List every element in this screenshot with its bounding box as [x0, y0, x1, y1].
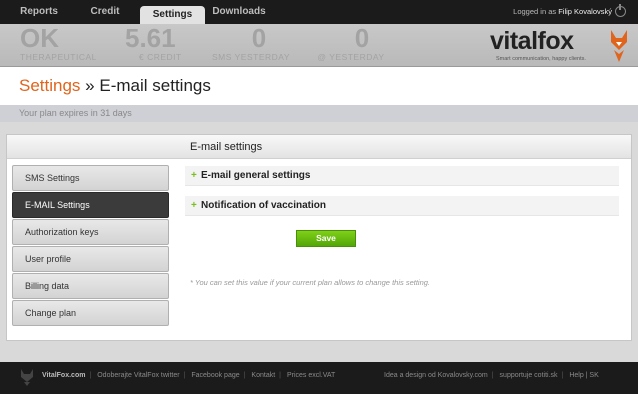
section-label: E-mail general settings — [201, 170, 311, 181]
login-prefix: Logged in as — [513, 7, 557, 16]
footer-link-facebook[interactable]: Facebook page — [191, 372, 239, 379]
menu-item-email-settings[interactable]: E-MAIL Settings — [12, 192, 169, 218]
panel-title: E-mail settings — [190, 141, 263, 153]
stat-credit-value: 5.61 — [125, 23, 176, 53]
stat-sms-yesterday: 0 SMS YESTERDAY — [211, 24, 291, 63]
vitalfox-logo[interactable]: vitalfox Smart communication, happy clie… — [490, 27, 630, 65]
footer-links-right: Idea a design od Kovalovsky.com | support… — [384, 372, 599, 379]
footer: VitalFox.com | Odoberajte VitalFox twitte… — [0, 362, 638, 394]
footer-link-vitalfox[interactable]: VitalFox.com — [42, 372, 85, 379]
brand-tagline: Smart communication, happy clients. — [496, 56, 586, 62]
menu-item-change-plan[interactable]: Change plan — [12, 300, 169, 326]
expand-icon: + — [191, 200, 197, 211]
user-name[interactable]: Filip Kovalovský — [558, 7, 612, 16]
plan-notice: Your plan expires in 31 days — [19, 108, 132, 118]
panel-header: E-mail settings — [7, 135, 631, 159]
expand-icon: + — [191, 170, 197, 181]
menu-item-authorization-keys[interactable]: Authorization keys — [12, 219, 169, 245]
stat-sms-label: SMS YESTERDAY — [212, 52, 290, 62]
footer-credit-design[interactable]: Idea a design od Kovalovsky.com — [384, 372, 488, 379]
footer-link-contact[interactable]: Kontakt — [251, 372, 275, 379]
menu-item-sms-settings[interactable]: SMS Settings — [12, 165, 169, 191]
power-icon[interactable] — [615, 4, 626, 17]
section-notification-of-vaccination[interactable]: + Notification of vaccination — [185, 196, 619, 216]
stat-status-value: OK — [20, 23, 59, 53]
footer-credit-support[interactable]: supportuje cotiti.sk — [500, 372, 558, 379]
breadcrumb-settings[interactable]: Settings — [19, 76, 80, 95]
settings-menu: SMS Settings E-MAIL Settings Authorizati… — [12, 165, 169, 327]
footer-link-twitter[interactable]: Odoberajte VitalFox twitter — [97, 372, 179, 379]
plan-notice-band: Your plan expires in 31 days — [0, 105, 638, 122]
menu-item-user-profile[interactable]: User profile — [12, 246, 169, 272]
breadcrumb-separator: » — [85, 76, 95, 95]
top-navigation: Reports Credit Settings Downloads Logged… — [0, 0, 638, 24]
tab-settings[interactable]: Settings — [140, 6, 205, 24]
login-status: Logged in as Filip Kovalovský — [513, 0, 612, 24]
save-button[interactable]: Save — [296, 230, 356, 247]
stat-email-yesterday: 0 @ YESTERDAY — [316, 24, 386, 63]
section-label: Notification of vaccination — [201, 200, 327, 211]
plan-restriction-note: * You can set this value if your current… — [190, 278, 430, 287]
stats-band: OK THERAPEUTICAL 5.61 € CREDIT 0 SMS YES… — [0, 24, 638, 67]
stat-status: OK THERAPEUTICAL — [20, 24, 97, 63]
menu-item-billing-data[interactable]: Billing data — [12, 273, 169, 299]
fox-icon — [21, 369, 33, 386]
stat-credit-label: € CREDIT — [139, 52, 182, 62]
tab-downloads[interactable]: Downloads — [208, 0, 270, 24]
section-email-general-settings[interactable]: + E-mail general settings — [185, 166, 619, 186]
footer-links-left: VitalFox.com | Odoberajte VitalFox twitte… — [42, 372, 336, 379]
page-title-text: E-mail settings — [99, 76, 211, 95]
footer-help-language[interactable]: Help | SK — [569, 372, 598, 379]
brand-name-a: vital — [490, 27, 538, 55]
footer-link-prices[interactable]: Prices excl.VAT — [287, 372, 335, 379]
brand-name-b: fox — [537, 27, 575, 55]
page-header: Settings » E-mail settings — [0, 67, 638, 105]
page-title: Settings » E-mail settings — [19, 76, 211, 96]
stat-email-label: @ YESTERDAY — [317, 52, 385, 62]
stat-email-value: 0 — [354, 23, 370, 53]
settings-panel: E-mail settings SMS Settings E-MAIL Sett… — [6, 134, 632, 341]
stat-status-label: THERAPEUTICAL — [20, 52, 97, 62]
tab-reports[interactable]: Reports — [8, 0, 70, 24]
stat-sms-value: 0 — [251, 23, 267, 53]
fox-logo-icon — [611, 30, 627, 62]
tab-credit[interactable]: Credit — [74, 0, 136, 24]
stat-credit: 5.61 € CREDIT — [125, 24, 182, 63]
